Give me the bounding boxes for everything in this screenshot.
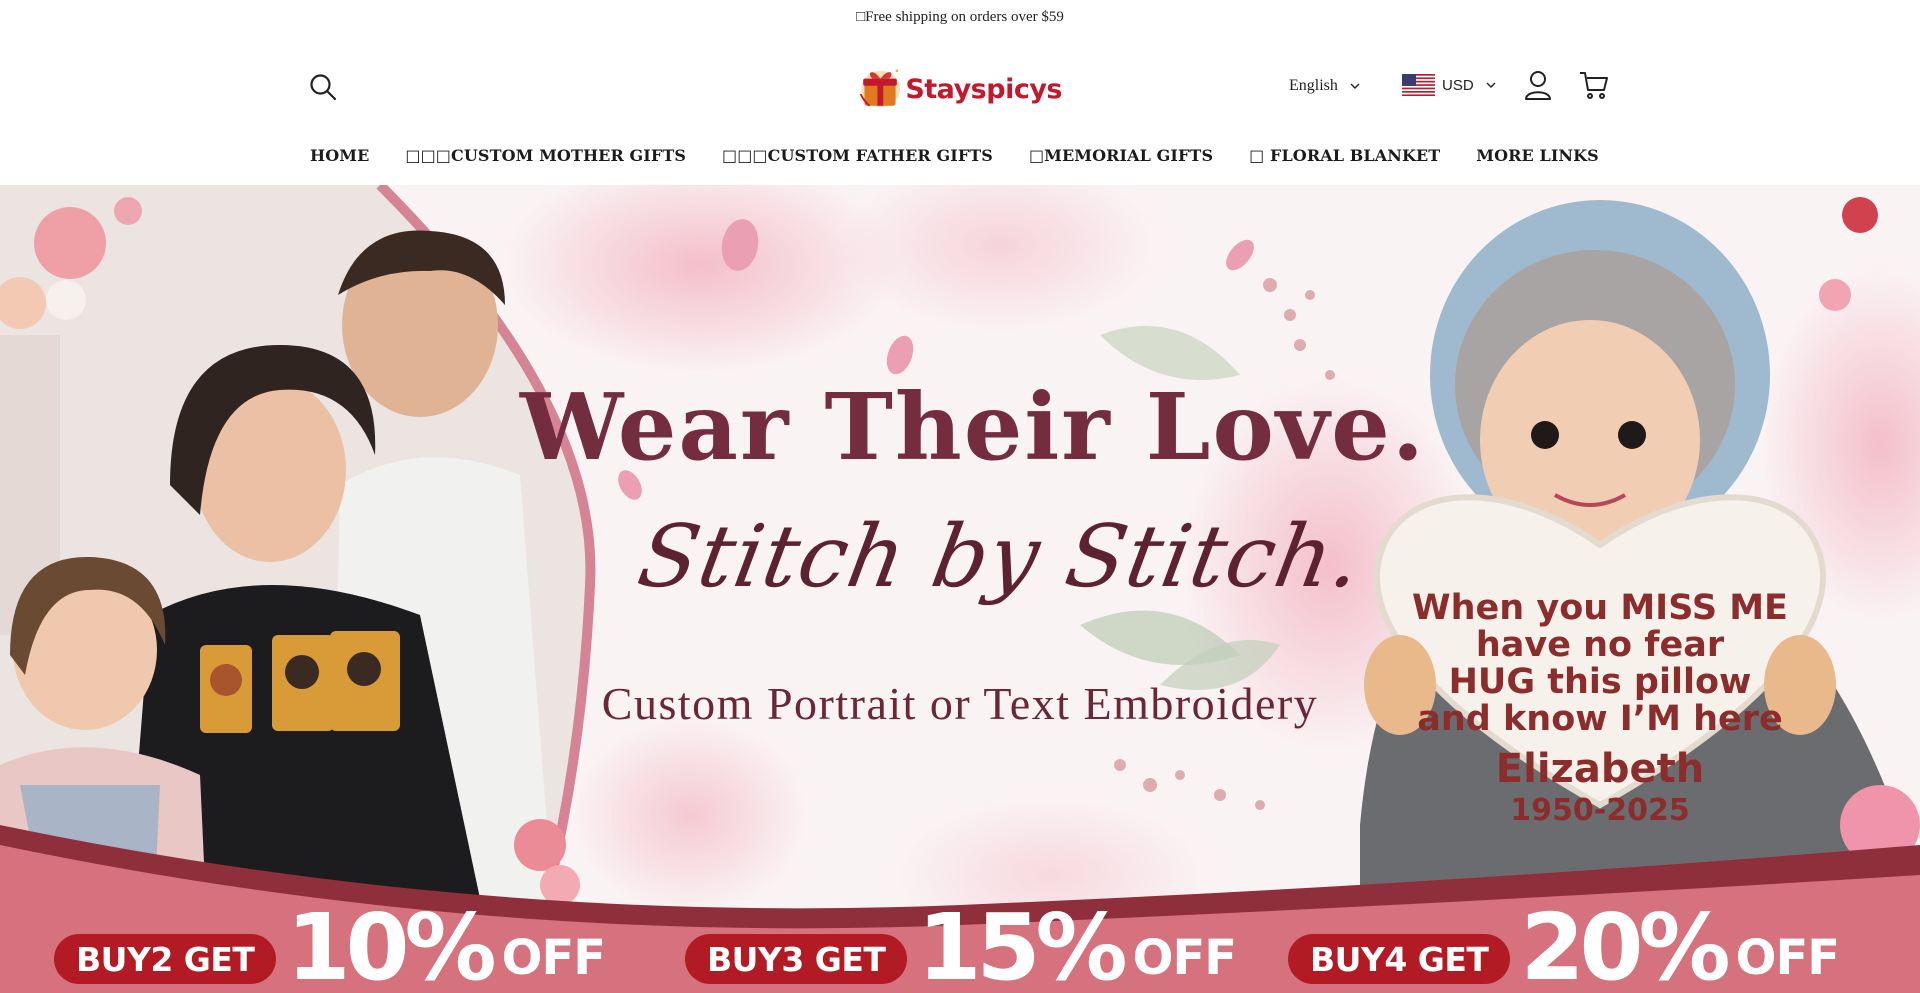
promo-label: BUY3 GET (685, 934, 908, 984)
cart-button[interactable] (1579, 70, 1609, 100)
chevron-down-icon (1350, 83, 1360, 89)
us-flag-icon (1402, 74, 1435, 96)
main-nav: HOME □□□CUSTOM MOTHER GIFTS □□□CUSTOM FA… (310, 140, 1635, 170)
nav-item-memorial-gifts[interactable]: □MEMORIAL GIFTS (1029, 146, 1213, 165)
announcement-text: □Free shipping on orders over $59 (856, 8, 1064, 25)
language-selector[interactable]: English (1289, 74, 1360, 98)
promo-percent: 20% (1520, 894, 1730, 993)
logo-text: Stayspicys (905, 73, 1062, 105)
search-icon (310, 74, 337, 101)
promo-band: BUY2 GET 10% OFF BUY3 GET 15% OFF BUY4 G… (0, 880, 1920, 993)
hero-script-tagline: Stitch by Stitch. (631, 507, 1370, 607)
nav-item-custom-mother-gifts[interactable]: □□□CUSTOM MOTHER GIFTS (405, 146, 686, 165)
promo-percent: 10% (286, 894, 496, 993)
account-button[interactable] (1524, 70, 1552, 100)
hero-headline: Wear Their Love. (520, 373, 1426, 481)
gift-box-icon (859, 69, 901, 108)
user-icon (1525, 71, 1551, 100)
promo-suffix: OFF (1735, 930, 1840, 986)
site-header: Stayspicys English USD (0, 34, 1920, 139)
promo-percent: 15% (917, 894, 1127, 993)
hero-subheadline: Custom Portrait or Text Embroidery (601, 678, 1319, 729)
pillow-years: 1950-2025 (1510, 793, 1690, 828)
promo-suffix: OFF (1132, 930, 1237, 986)
nav-item-more-links[interactable]: MORE LINKS (1476, 146, 1599, 165)
pillow-line: When you MISS ME (1412, 588, 1788, 628)
nav-item-home[interactable]: HOME (310, 146, 369, 165)
promo-buy3[interactable]: BUY3 GET 15% OFF (685, 894, 1237, 993)
announcement-bar: □Free shipping on orders over $59 (0, 0, 1920, 34)
site-logo[interactable]: Stayspicys (858, 54, 1062, 120)
currency-selector[interactable]: USD (1402, 72, 1496, 98)
pillow-line: HUG this pillow (1448, 662, 1752, 702)
nav-item-floral-blanket[interactable]: □ FLORAL BLANKET (1249, 146, 1440, 165)
pillow-embroidery-text: When you MISS ME have no fear HUG this p… (1400, 590, 1800, 828)
cart-icon (1580, 72, 1608, 99)
pillow-line: have no fear (1475, 625, 1725, 665)
search-button[interactable] (308, 72, 338, 102)
promo-suffix: OFF (501, 930, 606, 986)
promo-buy2[interactable]: BUY2 GET 10% OFF (54, 894, 606, 993)
currency-label: USD (1442, 76, 1474, 94)
promo-label: BUY2 GET (54, 934, 277, 984)
promo-label: BUY4 GET (1288, 934, 1511, 984)
nav-item-custom-father-gifts[interactable]: □□□CUSTOM FATHER GIFTS (722, 146, 993, 165)
pillow-name: Elizabeth (1495, 746, 1705, 792)
chevron-down-icon (1486, 82, 1496, 88)
pillow-line: and know I’M here (1417, 699, 1783, 739)
promo-buy4[interactable]: BUY4 GET 20% OFF (1288, 894, 1840, 993)
language-label: English (1289, 77, 1338, 94)
hero-banner[interactable]: Wear Their Love. Stitch by Stitch. Custo… (0, 185, 1920, 993)
